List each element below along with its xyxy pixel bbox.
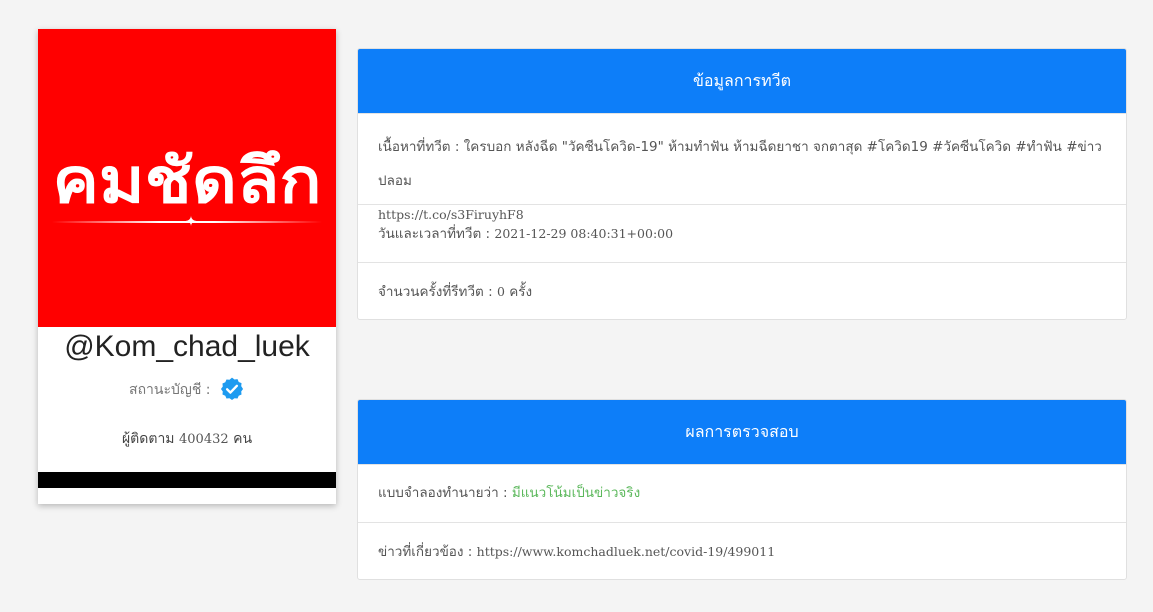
followers-label: ผู้ติดตาม — [121, 431, 175, 447]
retweet-count-row: จำนวนครั้งที่รีทวีต : 0 ครั้ง — [358, 262, 1126, 319]
profile-card: คมชัดลึก ✦ @Kom_chad_luek สถานะบัญชี : ผ… — [38, 29, 336, 504]
tweet-info-panel: ข้อมูลการทวีต เนื้อหาที่ทวีต : ใครบอก หล… — [357, 48, 1127, 320]
profile-handle: @Kom_chad_luek — [64, 330, 310, 363]
tweet-info-header: ข้อมูลการทวีต — [358, 49, 1126, 113]
related-news-link[interactable]: https://www.komchadluek.net/covid-19/499… — [477, 544, 776, 559]
tweet-content-text: ใครบอก หลังฉีด "วัคซีนโควิด-19" ห้ามทำฟั… — [378, 139, 1102, 189]
sparkle-icon: ✦ — [185, 214, 197, 230]
prediction-label: แบบจำลองทำนายว่า : — [378, 485, 508, 501]
check-result-header: ผลการตรวจสอบ — [358, 400, 1126, 464]
tweet-datetime-value: 2021-12-29 08:40:31+00:00 — [494, 226, 674, 241]
retweet-count-label: จำนวนครั้งที่รีทวีต : — [378, 284, 493, 300]
tweet-content-label: เนื้อหาที่ทวีต : — [378, 139, 460, 155]
verified-badge-icon — [220, 377, 244, 400]
retweet-count-value: 0 — [496, 284, 505, 299]
related-news-label: ข่าวที่เกี่ยวข้อง : — [378, 544, 473, 560]
followers-number: 400432 — [179, 432, 229, 447]
account-status: สถานะบัญชี : — [38, 375, 336, 405]
followers-count: ผู้ติดตาม 400432 คน — [38, 427, 336, 451]
followers-unit: คน — [233, 431, 253, 447]
check-result-panel: ผลการตรวจสอบ แบบจำลองทำนายว่า : มีแนวโน้… — [357, 399, 1127, 580]
avatar: คมชัดลึก ✦ — [38, 29, 336, 327]
retweet-count-unit: ครั้ง — [509, 284, 533, 300]
card-footer-bar — [38, 472, 336, 488]
prediction-row: แบบจำลองทำนายว่า : มีแนวโน้มเป็นข่าวจริง — [358, 464, 1126, 522]
account-status-label: สถานะบัญชี : — [129, 382, 211, 398]
avatar-logo-wordmark: คมชัดลึก — [52, 144, 322, 217]
tweet-content-row: เนื้อหาที่ทวีต : ใครบอก หลังฉีด "วัคซีนโ… — [358, 113, 1126, 222]
related-news-row: ข่าวที่เกี่ยวข้อง : https://www.komchadl… — [358, 522, 1126, 579]
prediction-value: มีแนวโน้มเป็นข่าวจริง — [511, 485, 641, 501]
tweet-datetime-row: วันและเวลาที่ทวีต : 2021-12-29 08:40:31+… — [358, 204, 1126, 262]
tweet-datetime-label: วันและเวลาที่ทวีต : — [378, 226, 491, 242]
